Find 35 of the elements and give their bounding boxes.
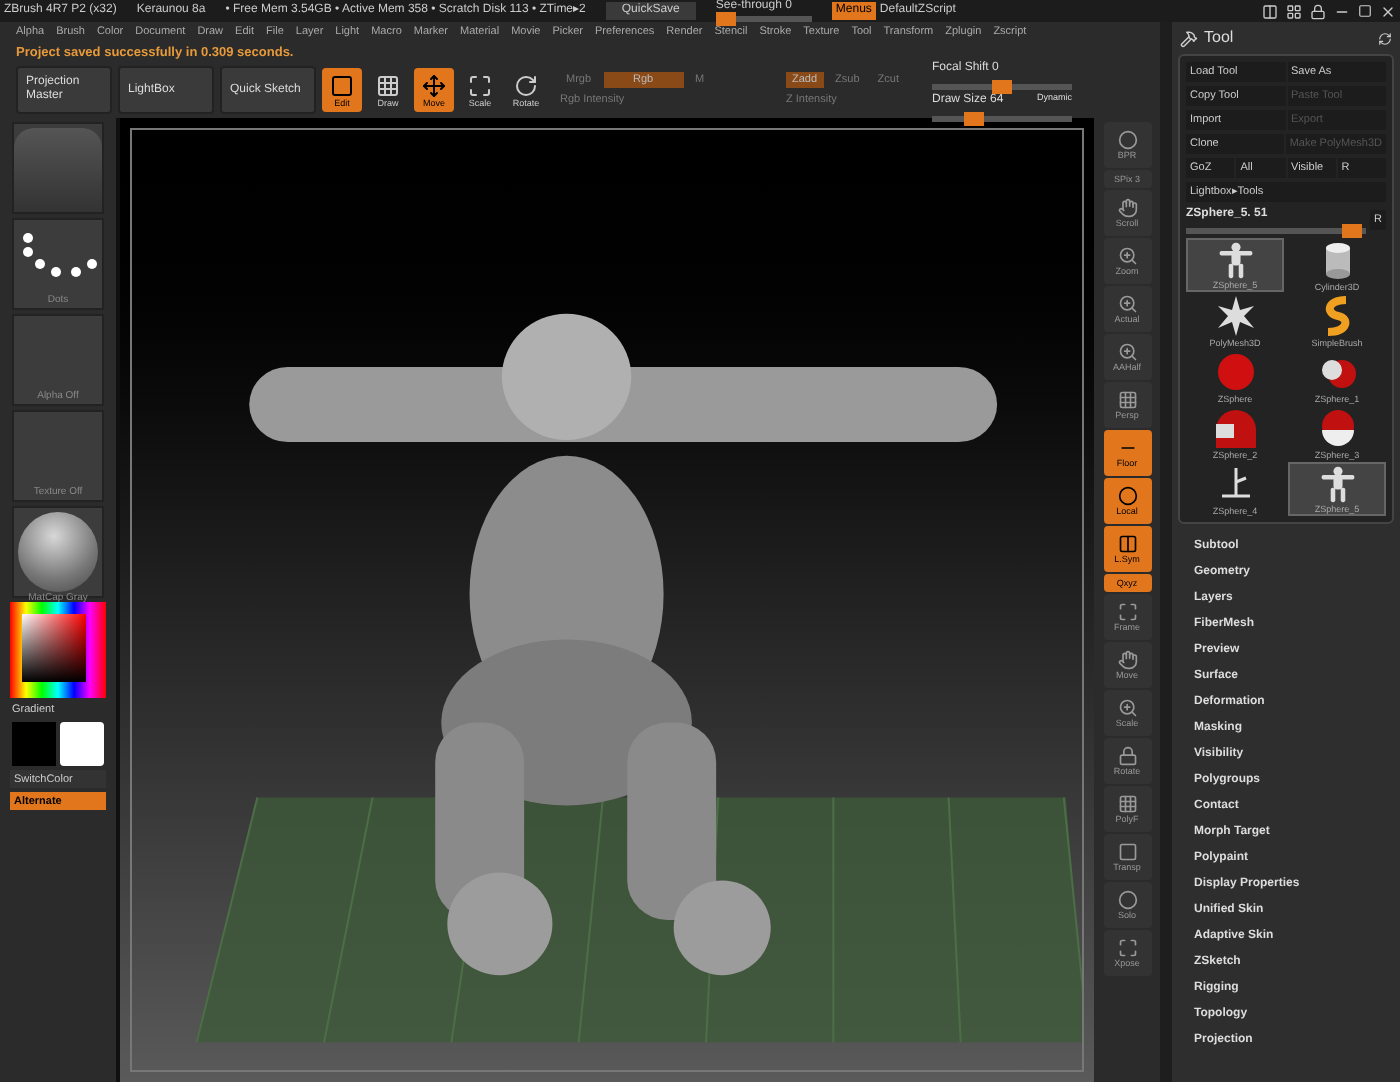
magnifier-icon: [1117, 246, 1137, 266]
hand-icon: [1117, 650, 1137, 670]
tool-panel-title: Tool: [1204, 26, 1234, 50]
draw-size-slider[interactable]: [964, 111, 984, 125]
hammer-icon: [1180, 29, 1198, 47]
maximize-icon[interactable]: [1358, 4, 1372, 18]
brush-preview: [14, 128, 102, 212]
grid-icon: [1117, 794, 1137, 814]
close-icon[interactable]: [1380, 3, 1396, 19]
refresh-icon[interactable]: [1378, 31, 1392, 45]
layout-icon[interactable]: [1262, 3, 1278, 19]
tool-slider[interactable]: [1341, 224, 1362, 238]
color-picker[interactable]: [10, 602, 106, 698]
edit-icon: [330, 73, 354, 97]
focal-shift-slider[interactable]: [992, 79, 1012, 93]
grid-icon: [1117, 390, 1137, 410]
hand-icon: [1117, 198, 1137, 218]
secondary-color-swatch[interactable]: [60, 722, 104, 767]
magnifier-icon: [1117, 294, 1137, 314]
scale-icon: [468, 73, 492, 97]
star-icon: [1213, 294, 1257, 338]
frame-icon: [1117, 602, 1137, 622]
see-through-slider[interactable]: [715, 12, 736, 26]
square-icon: [1117, 842, 1137, 862]
shelf-tile[interactable]: [12, 122, 104, 214]
move-icon: [422, 73, 446, 97]
primary-color-swatch[interactable]: [12, 722, 56, 767]
lock-icon: [1117, 746, 1137, 766]
grid-icon[interactable]: [1286, 3, 1302, 19]
frame-icon: [1117, 938, 1137, 958]
magnifier-icon: [1117, 698, 1137, 718]
magnifier-icon: [1117, 342, 1137, 362]
symmetry-icon: [1117, 534, 1137, 554]
lock-icon[interactable]: [1310, 3, 1326, 19]
rotate-icon: [514, 73, 538, 97]
